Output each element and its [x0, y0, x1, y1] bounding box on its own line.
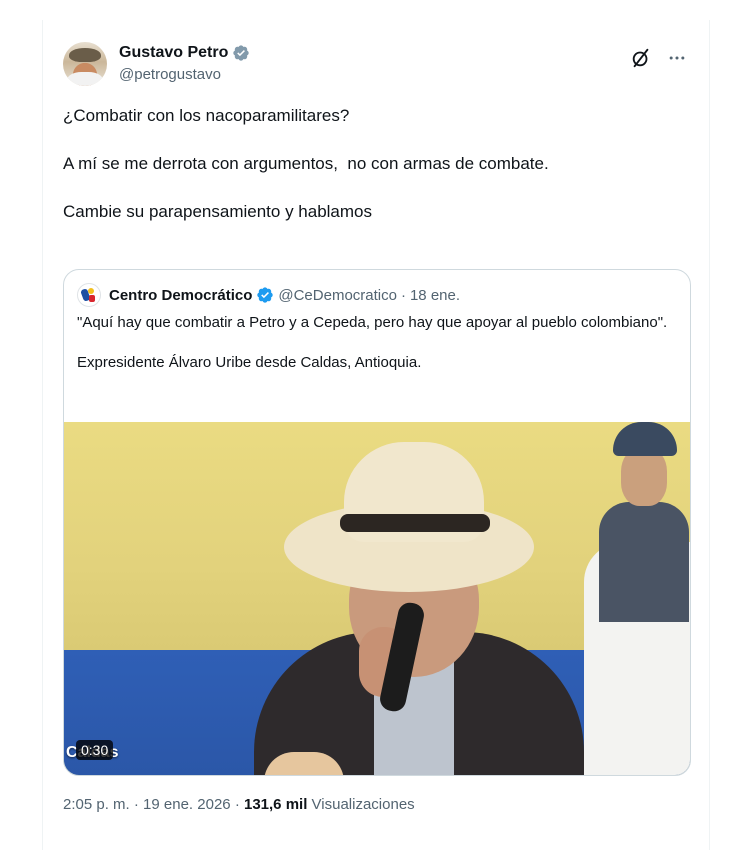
quoted-author-avatar[interactable]: [77, 283, 101, 307]
meta-separator-2: ·: [234, 796, 240, 813]
quoted-date[interactable]: 18 ene.: [410, 287, 460, 304]
quoted-paragraph-1: "Aquí hay que combatir a Petro y a Ceped…: [77, 314, 668, 331]
quoted-tweet-header: Centro Democrático @CeDemocratico · 18 e…: [77, 283, 460, 307]
author-name[interactable]: Gustavo Petro: [119, 44, 228, 62]
quoted-tweet-text: "Aquí hay que combatir a Petro y a Ceped…: [77, 313, 677, 393]
tweet-card: Gustavo Petro @petrogustavo ¿Combatir co…: [42, 20, 710, 850]
tweet-paragraph-3: Cambie su parapensamiento y hablamos: [63, 202, 373, 221]
quoted-author-name[interactable]: Centro Democrático: [109, 287, 252, 304]
tweet-date[interactable]: 19 ene. 2026: [143, 796, 231, 813]
quoted-paragraph-2: Expresidente Álvaro Uribe desde Caldas, …: [77, 354, 422, 371]
meta-separator: ·: [133, 796, 139, 813]
avatar-hat-shape: [69, 48, 101, 62]
video-police-figure: [599, 422, 689, 622]
quoted-separator: ·: [400, 286, 406, 304]
tweet-header: Gustavo Petro @petrogustavo: [63, 42, 689, 92]
tweet-text: ¿Combatir con los nacoparamilitares? A m…: [63, 104, 689, 248]
grok-slash-icon[interactable]: [629, 46, 653, 70]
quoted-author-handle[interactable]: @CeDemocratico: [278, 287, 397, 304]
video-duration-badge: 0:30: [76, 740, 114, 760]
quoted-video[interactable]: Caldas 0:30: [64, 422, 690, 775]
header-actions: [629, 46, 689, 70]
avatar-shirt-shape: [67, 72, 103, 86]
verified-badge-icon[interactable]: [232, 44, 250, 62]
tweet-paragraph-2: A mí se me derrota con argumentos, no co…: [63, 154, 549, 173]
author-name-row: Gustavo Petro: [119, 44, 250, 62]
tweet-time[interactable]: 2:05 p. m.: [63, 796, 130, 813]
author-handle[interactable]: @petrogustavo: [119, 66, 221, 83]
tweet-paragraph-1: ¿Combatir con los nacoparamilitares?: [63, 106, 350, 125]
tweet-metadata: 2:05 p. m. · 19 ene. 2026 · 131,6 mil Vi…: [63, 796, 415, 813]
views-label[interactable]: Visualizaciones: [312, 796, 415, 813]
video-speaker-figure: [254, 442, 584, 775]
quoted-verified-badge-icon: [256, 286, 274, 305]
views-count[interactable]: 131,6 mil: [244, 796, 307, 813]
author-avatar[interactable]: [63, 42, 107, 86]
more-dots-icon[interactable]: [665, 46, 689, 70]
quoted-tweet[interactable]: Centro Democrático @CeDemocratico · 18 e…: [63, 269, 691, 776]
